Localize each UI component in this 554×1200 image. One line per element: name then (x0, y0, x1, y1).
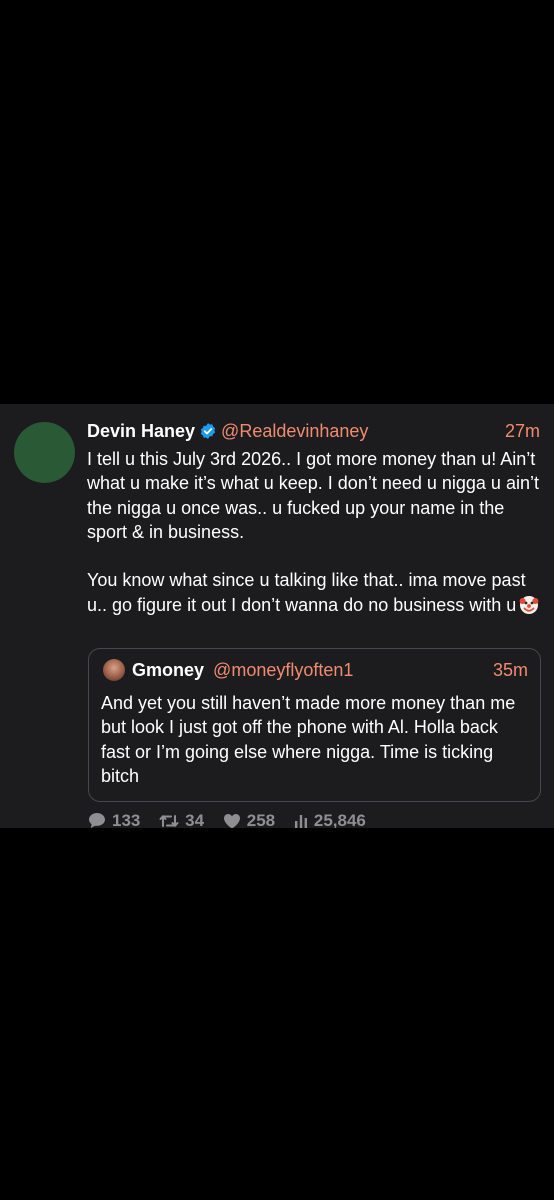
heart-icon (223, 814, 240, 828)
clown-face-icon (519, 595, 539, 615)
quote-avatar[interactable] (103, 659, 125, 681)
retweet-icon (159, 815, 179, 827)
views-count: 25,846 (313, 811, 366, 828)
quote-handle[interactable]: @moneyflyoften1 (213, 660, 353, 680)
views-button[interactable]: 25,846 (294, 810, 366, 828)
quoted-tweet[interactable]: Gmoney @moneyflyoften1 35m And yet you s… (88, 648, 541, 802)
analytics-icon (294, 815, 307, 828)
reply-button[interactable]: 133 (88, 810, 140, 828)
like-button[interactable]: 258 (223, 810, 275, 828)
tweet-header: Devin Haney @Realdevinhaney 27m (87, 419, 540, 443)
quote-timestamp: 35m (492, 660, 528, 680)
retweet-button[interactable]: 34 (159, 810, 204, 828)
avatar[interactable] (14, 422, 75, 483)
handle[interactable]: @Realdevinhaney (221, 421, 368, 441)
action-bar: 133 34 258 25,846 (88, 810, 380, 828)
display-name[interactable]: Devin Haney (87, 421, 195, 441)
tweet-paragraph-2: You know what since u talking like that.… (87, 568, 542, 617)
tweet-paragraph-1: I tell u this July 3rd 2026.. I got more… (87, 449, 539, 542)
tweet-paragraph-2-text: You know what since u talking like that.… (87, 570, 526, 615)
reply-count: 133 (112, 811, 141, 828)
quote-text: And yet you still haven’t made more mone… (101, 693, 516, 786)
timestamp: 27m (504, 421, 540, 441)
retweet-count: 34 (185, 811, 205, 828)
tweet-text: I tell u this July 3rd 2026.. I got more… (87, 447, 542, 617)
quote-display-name[interactable]: Gmoney (132, 660, 204, 680)
verified-badge-icon (199, 422, 217, 440)
reply-icon (89, 813, 105, 828)
like-count: 258 (246, 811, 276, 828)
quote-header: Gmoney @moneyflyoften1 35m (132, 658, 528, 682)
tweet-card[interactable]: Devin Haney @Realdevinhaney 27m I tell u … (0, 404, 554, 828)
